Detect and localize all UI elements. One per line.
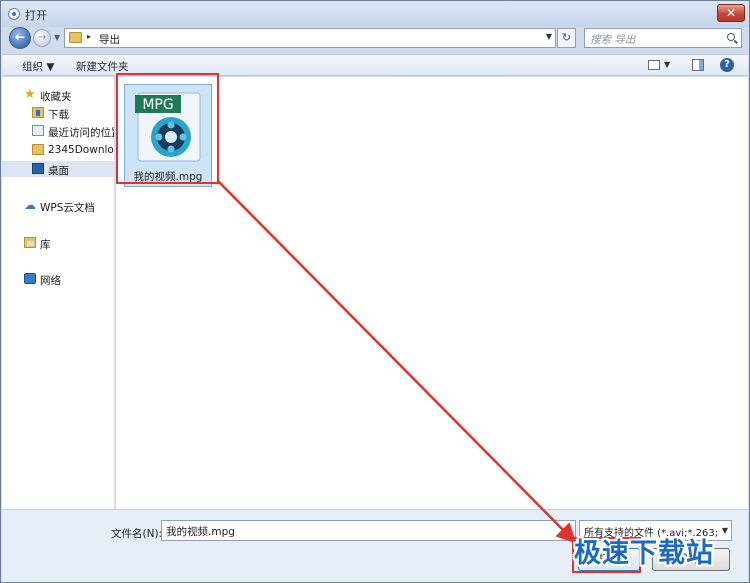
site-watermark: 极速下载站 xyxy=(574,538,714,569)
annotation-arrow xyxy=(217,180,577,544)
highlight-box-file xyxy=(116,73,219,184)
